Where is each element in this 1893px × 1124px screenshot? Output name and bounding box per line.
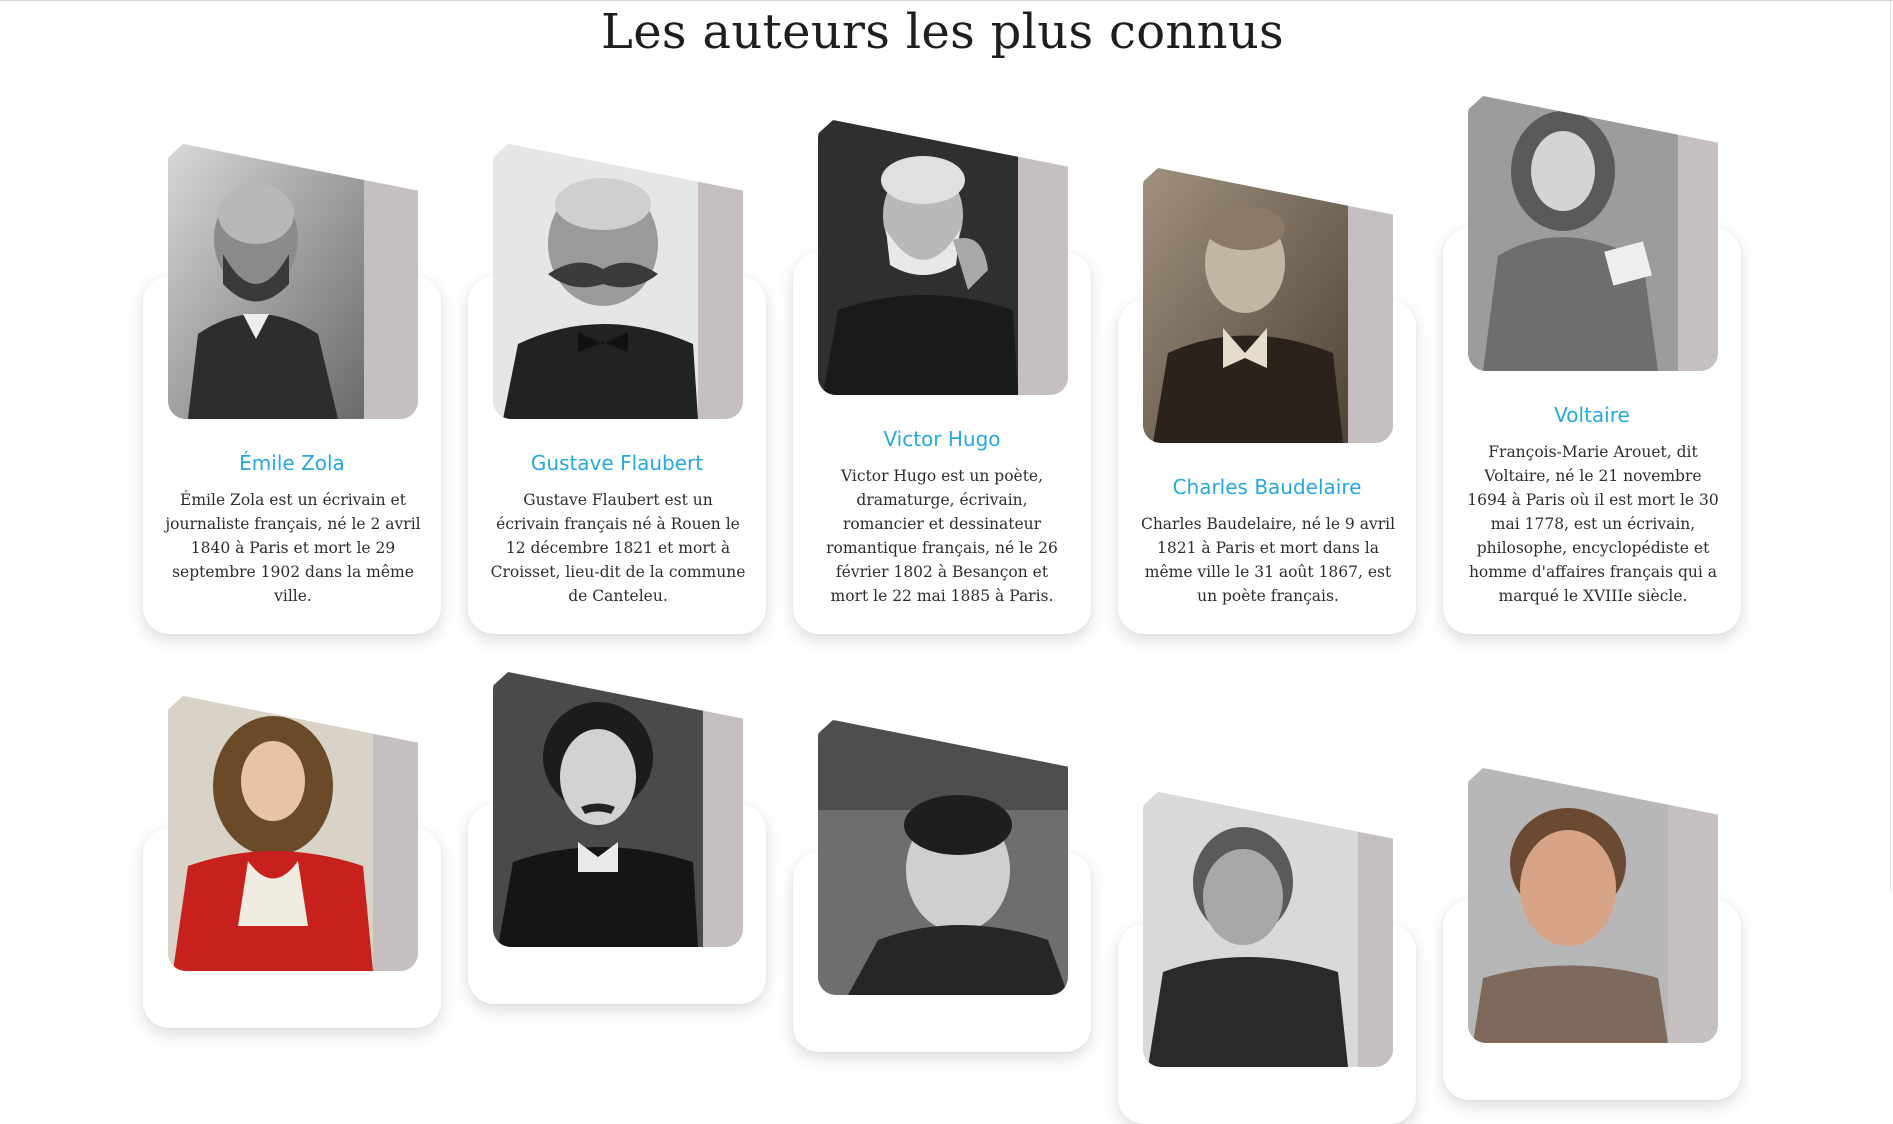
author-portrait	[818, 720, 1068, 995]
author-portrait	[1143, 792, 1393, 1067]
author-description: François-Marie Arouet, dit Voltaire, né …	[1467, 443, 1719, 605]
author-name[interactable]: Gustave Flaubert	[468, 450, 766, 476]
scrollbar-edge	[1890, 0, 1891, 890]
author-portrait	[1143, 168, 1393, 443]
author-portrait	[493, 144, 743, 419]
author-description: Charles Baudelaire, né le 9 avril 1821 à…	[1140, 515, 1396, 605]
author-portrait	[168, 144, 418, 419]
author-description: Victor Hugo est un poète, dramaturge, éc…	[826, 467, 1058, 605]
author-portrait	[168, 696, 418, 971]
top-border	[0, 0, 1893, 1]
author-name[interactable]: Voltaire	[1443, 402, 1741, 428]
author-portrait	[1468, 768, 1718, 1043]
author-name[interactable]: Charles Baudelaire	[1118, 474, 1416, 500]
author-portrait	[1468, 96, 1718, 371]
author-description: Émile Zola est un écrivain et journalist…	[165, 491, 421, 605]
author-name[interactable]: Émile Zola	[143, 450, 441, 476]
author-description: Gustave Flaubert est un écrivain françai…	[490, 491, 746, 605]
author-portrait	[818, 120, 1068, 395]
author-portrait	[493, 672, 743, 947]
author-name[interactable]: Victor Hugo	[793, 426, 1091, 452]
page-title: Les auteurs les plus connus	[601, 4, 1284, 60]
